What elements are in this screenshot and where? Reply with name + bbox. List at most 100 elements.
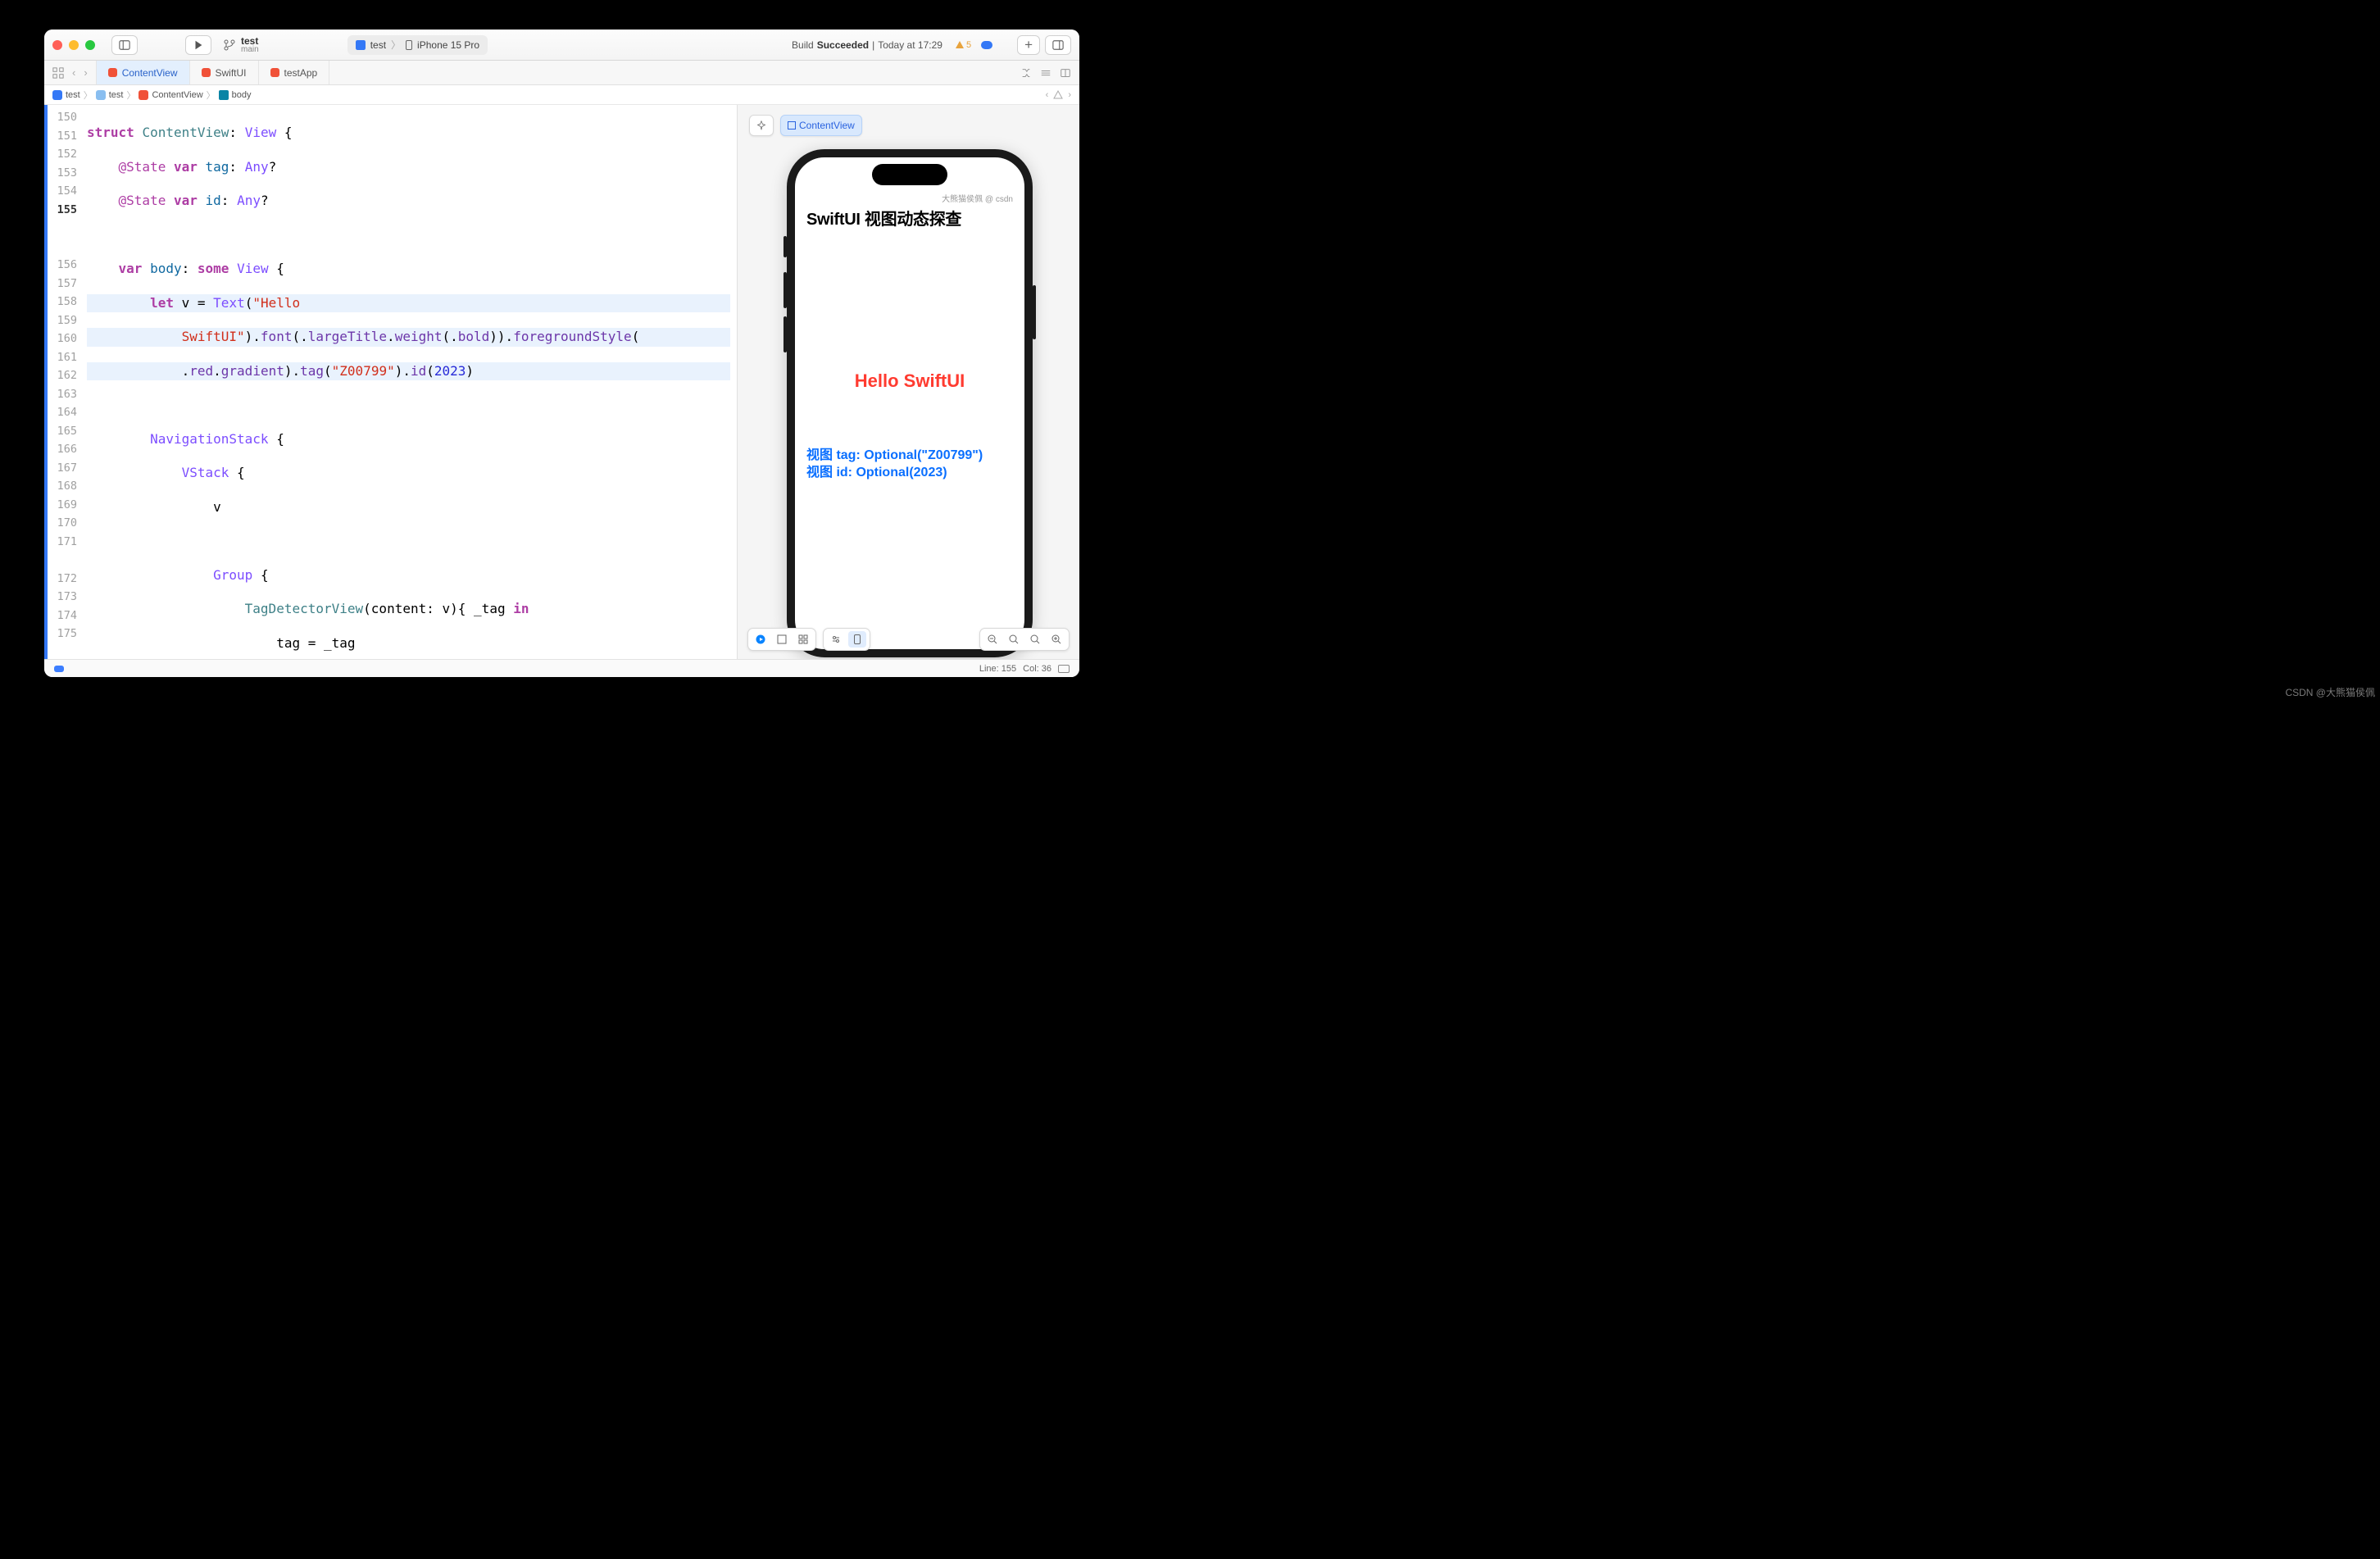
tab-label: ContentView (122, 67, 178, 79)
crumb-folder[interactable]: test (109, 90, 124, 100)
attribution-text: 大熊猫侯佩 @ csdn (806, 192, 1013, 204)
device-mute-switch (783, 236, 787, 257)
tab-label: SwiftUI (216, 67, 247, 79)
run-destination-bar[interactable]: test 〉 iPhone 15 Pro (347, 35, 488, 55)
review-icon[interactable] (1020, 67, 1032, 79)
canvas-preview: ContentView 大熊猫侯佩 @ csdn SwiftUI 视图动态探查 … (737, 105, 1079, 659)
chevron-right-icon: 〉 (84, 89, 93, 102)
navigation-title: SwiftUI 视图动态探查 (806, 206, 1013, 230)
zoom-out-button[interactable] (983, 631, 1002, 648)
zoom-window-button[interactable] (85, 40, 95, 50)
run-device: iPhone 15 Pro (417, 39, 479, 51)
dynamic-island (872, 164, 947, 185)
debug-area-toggle[interactable] (1058, 665, 1070, 673)
swift-file-icon (270, 68, 279, 77)
play-icon (193, 39, 204, 51)
add-editor-icon[interactable] (1060, 67, 1071, 79)
zoom-100-icon (1030, 634, 1040, 644)
minimize-window-button[interactable] (69, 40, 79, 50)
tab-contentview[interactable]: ContentView (97, 61, 190, 84)
device-volume-down (783, 316, 787, 352)
project-icon (52, 90, 62, 100)
property-icon (219, 90, 229, 100)
crumb-project[interactable]: test (66, 90, 80, 100)
pin-preview-button[interactable] (749, 115, 774, 136)
iphone-icon (406, 40, 412, 50)
tab-testapp[interactable]: testApp (259, 61, 330, 84)
tab-swiftui[interactable]: SwiftUI (190, 61, 259, 84)
cursor-icon (777, 634, 787, 644)
source-editor[interactable]: 150151152153154 155 15615715815916016116… (48, 105, 737, 659)
selectable-preview-button[interactable] (773, 631, 791, 648)
close-window-button[interactable] (52, 40, 62, 50)
run-button[interactable] (185, 35, 211, 55)
grid-icon (798, 634, 808, 644)
device-settings-button[interactable] (827, 631, 845, 648)
branch-name: main (241, 46, 259, 54)
debug-indicator[interactable] (54, 666, 64, 672)
crumb-file[interactable]: ContentView (152, 90, 202, 100)
app-icon (356, 40, 366, 50)
iphone-icon (854, 634, 861, 644)
adjust-editor-icon[interactable] (1040, 67, 1051, 79)
inspectors-toggle-button[interactable] (1045, 35, 1071, 55)
sidebar-right-icon (1052, 39, 1064, 51)
preview-device-button[interactable] (848, 631, 866, 648)
tag-debug-text: 视图 tag: Optional("Z00799") (806, 448, 1013, 465)
play-fill-icon (756, 634, 765, 644)
warning-outline-icon (1053, 90, 1063, 100)
crumb-symbol[interactable]: body (232, 90, 252, 100)
editor-tabbar: ‹ › ContentView SwiftUI testApp (44, 61, 1079, 85)
build-time: | (872, 39, 874, 51)
folder-icon (96, 90, 106, 100)
cursor-line: Line: 155 (979, 664, 1016, 674)
activity-viewer[interactable]: Build Succeeded | Today at 17:29 5 (792, 39, 992, 51)
zoom-in-icon (1051, 634, 1061, 644)
hello-text: Hello SwiftUI (806, 370, 1013, 392)
cloud-status-icon (981, 41, 992, 49)
preview-view-selector[interactable]: ContentView (780, 115, 862, 136)
zoom-out-icon (988, 634, 997, 644)
scheme-target: test (370, 39, 386, 51)
jump-bar[interactable]: test 〉 test 〉 ContentView 〉 body ‹ › (44, 85, 1079, 105)
status-bar: Line: 155 Col: 36 (44, 659, 1079, 677)
nav-back-button[interactable]: ‹ (72, 66, 75, 79)
preview-view-name: ContentView (799, 120, 855, 131)
swift-file-icon (202, 68, 211, 77)
sidebar-left-icon (119, 39, 130, 51)
id-debug-text: 视图 id: Optional(2023) (806, 465, 1013, 482)
pin-icon (756, 120, 766, 130)
swift-file-icon (139, 90, 148, 100)
live-preview-button[interactable] (752, 631, 770, 648)
scheme-name[interactable]: test (241, 36, 259, 46)
library-button[interactable]: + (1017, 35, 1040, 55)
zoom-actual-button[interactable] (1026, 631, 1044, 648)
swift-file-icon (108, 68, 117, 77)
device-volume-up (783, 272, 787, 308)
chevron-right-icon: 〉 (126, 89, 135, 102)
cursor-col: Col: 36 (1023, 664, 1051, 674)
separator-chevron-icon: 〉 (391, 38, 401, 52)
window-toolbar: test main test 〉 iPhone 15 Pro Build Suc… (44, 30, 1079, 61)
code-content[interactable]: struct ContentView: View { @State var ta… (84, 105, 737, 659)
nav-forward-button[interactable]: › (84, 66, 87, 79)
device-side-button (1033, 285, 1036, 339)
tab-label: testApp (284, 67, 318, 79)
next-issue-button[interactable]: › (1068, 90, 1071, 100)
zoom-fit-button[interactable] (1005, 631, 1023, 648)
variants-button[interactable] (794, 631, 812, 648)
related-items-icon[interactable] (52, 67, 64, 79)
warnings-badge[interactable]: 5 (956, 40, 971, 50)
slider-icon (831, 634, 841, 644)
page-watermark: CSDN @大熊猫侯佩 (2285, 685, 2375, 699)
device-screen[interactable]: 大熊猫侯佩 @ csdn SwiftUI 视图动态探查 Hello SwiftU… (795, 157, 1024, 649)
build-prefix: Build (792, 39, 814, 51)
navigator-toggle-button[interactable] (111, 35, 138, 55)
zoom-fit-icon (1009, 634, 1019, 644)
warning-count: 5 (966, 40, 971, 50)
cube-icon (788, 121, 796, 130)
zoom-in-button[interactable] (1047, 631, 1065, 648)
line-gutter: 150151152153154 155 15615715815916016116… (48, 105, 84, 659)
prev-issue-button[interactable]: ‹ (1046, 90, 1049, 100)
chevron-right-icon: 〉 (207, 89, 216, 102)
